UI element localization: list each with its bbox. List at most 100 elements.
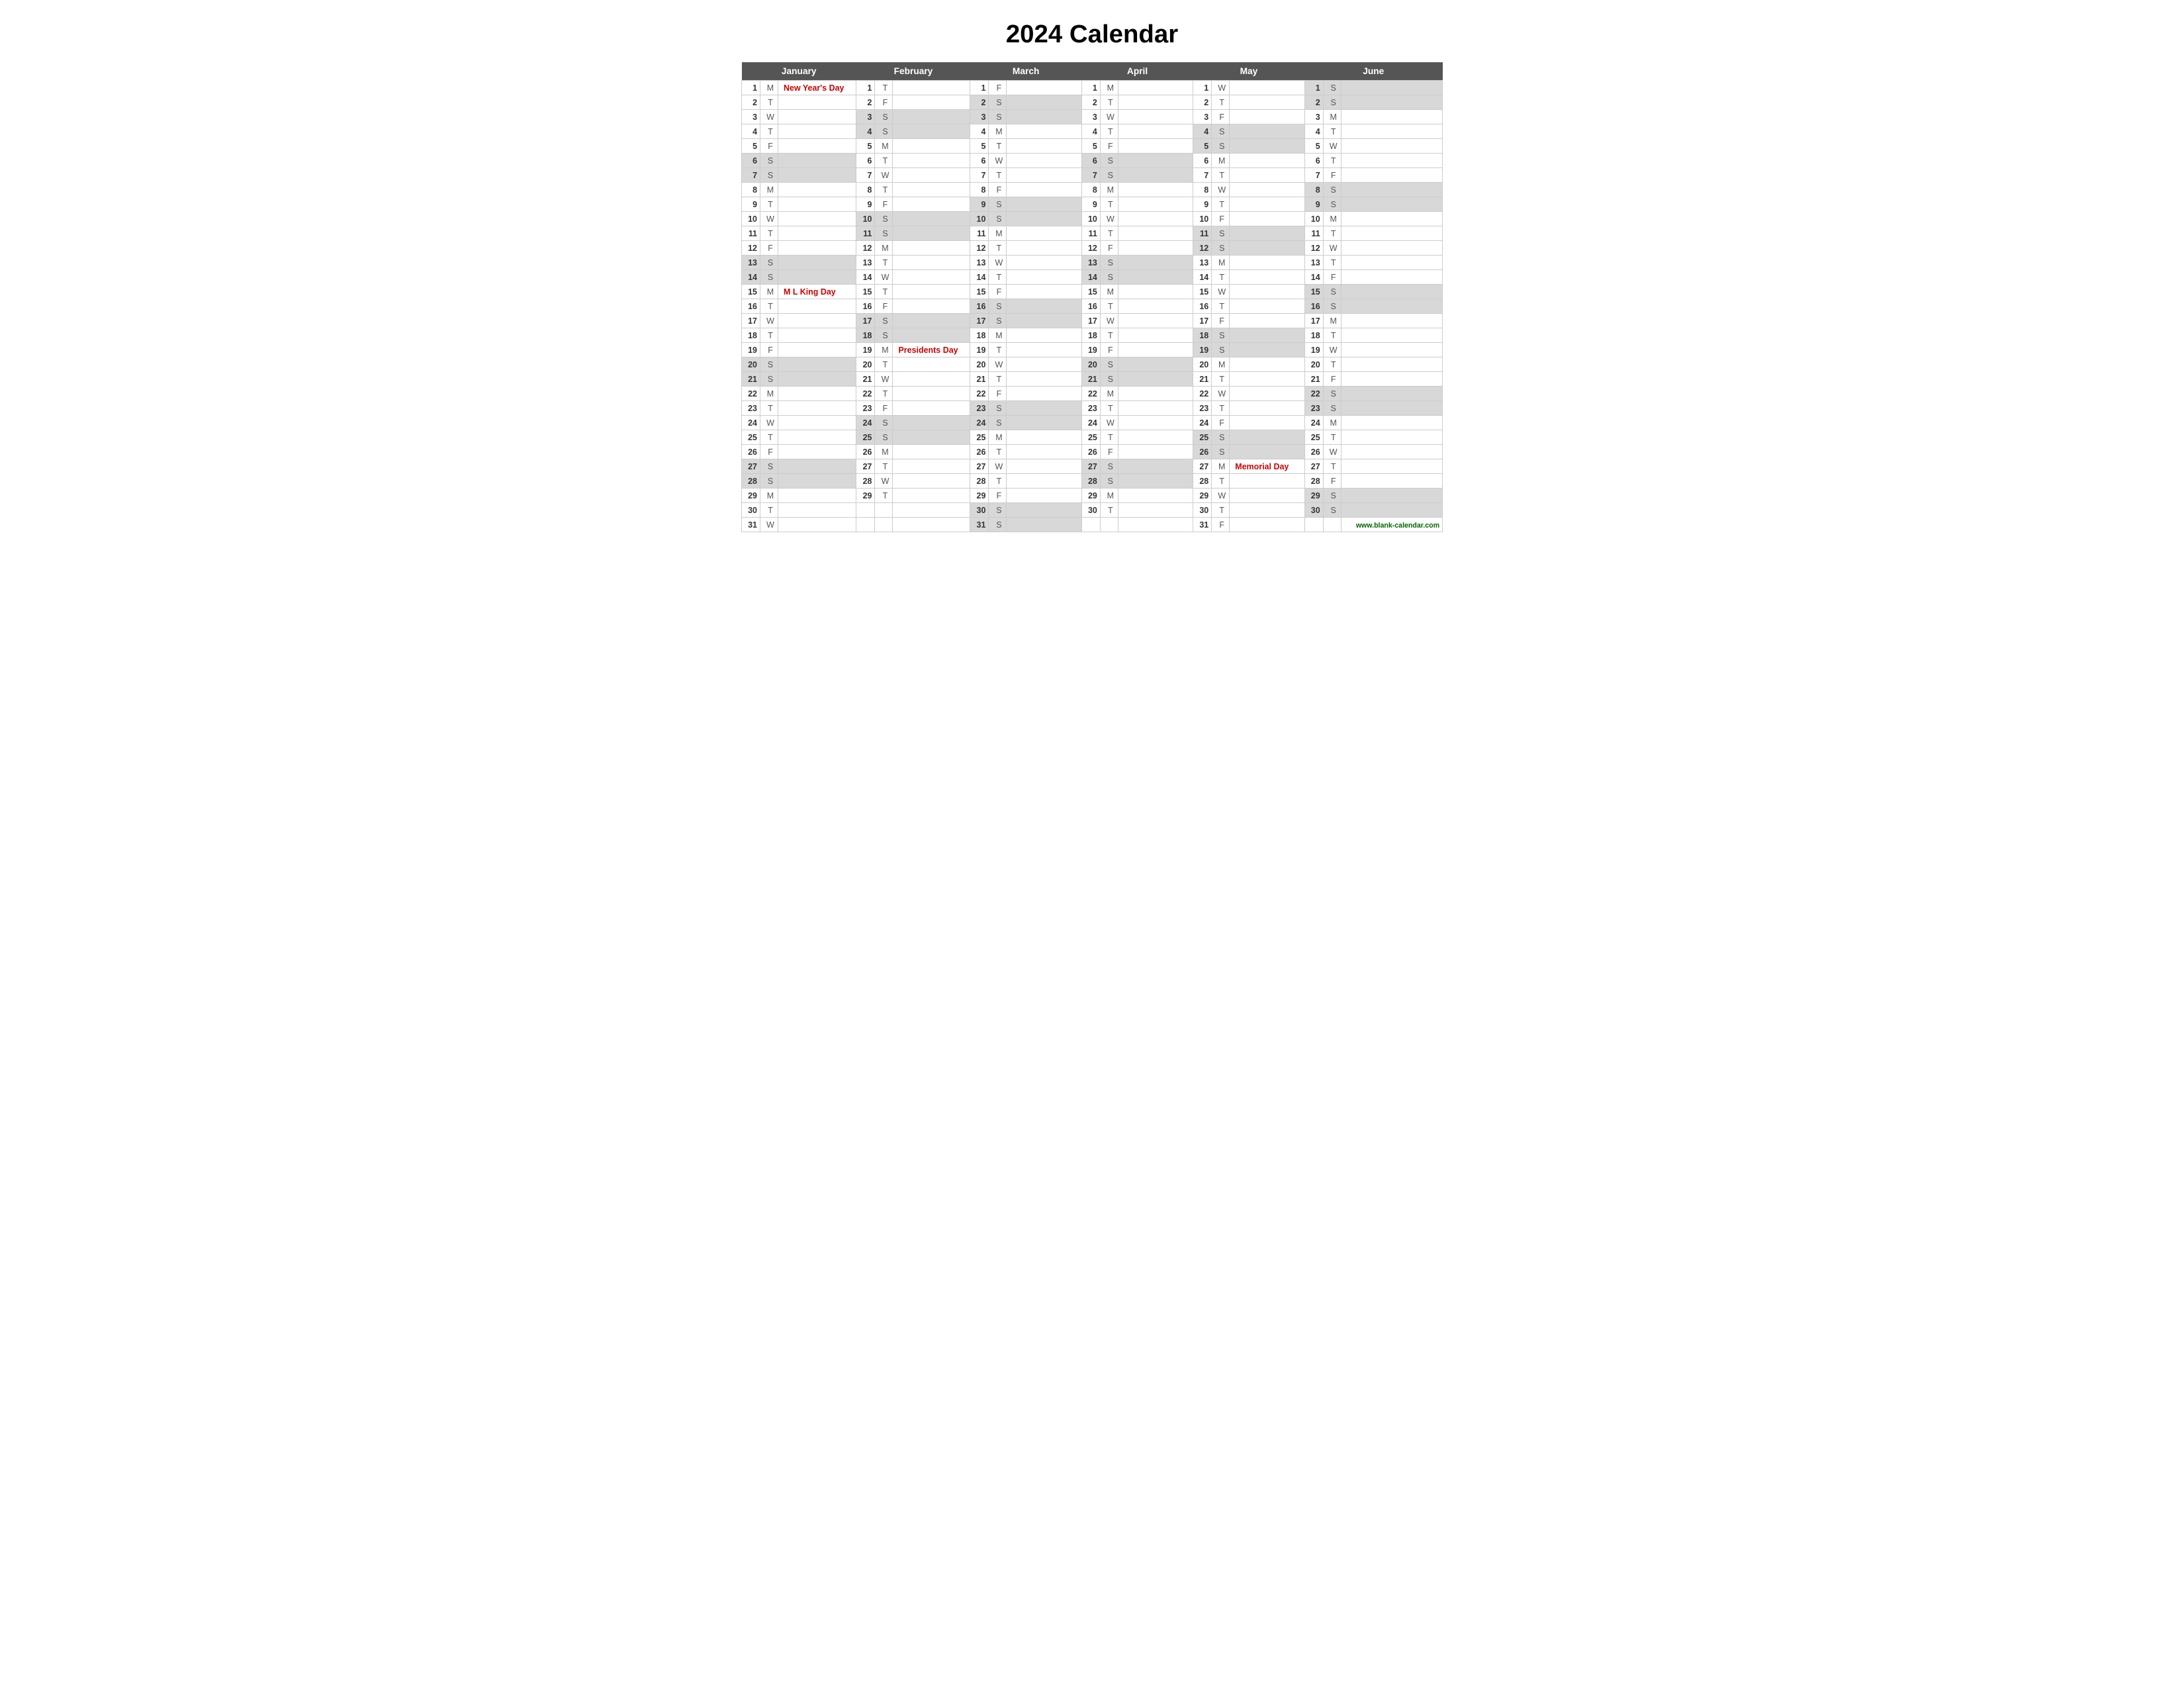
day-event-april-1 (1118, 81, 1193, 95)
day-letter-january-9: T (760, 197, 778, 212)
day-num-march-2: 2 (970, 95, 989, 110)
day-event-may-5 (1230, 139, 1304, 154)
day-event-june-3 (1341, 110, 1442, 124)
day-num-january-10: 10 (742, 212, 760, 226)
day-num-february-6: 6 (856, 154, 875, 168)
day-event-march-9 (1007, 197, 1081, 212)
day-event-june-16 (1341, 299, 1442, 314)
day-letter-january-27: S (760, 459, 778, 474)
day-event-june-28 (1341, 474, 1442, 489)
day-num-march-17: 17 (970, 314, 989, 328)
day-letter-june-4: T (1323, 124, 1341, 139)
day-letter-may-21: T (1212, 372, 1230, 387)
day-event-march-11 (1007, 226, 1081, 241)
day-num-march-29: 29 (970, 489, 989, 503)
calendar-table: JanuaryFebruaryMarchAprilMayJune1MNew Ye… (741, 62, 1443, 532)
day-num-february-8: 8 (856, 183, 875, 197)
day-num-june-10: 10 (1304, 212, 1323, 226)
day-letter-january-30: T (760, 503, 778, 518)
day-event-march-31 (1007, 518, 1081, 532)
day-letter-may-7: T (1212, 168, 1230, 183)
day-letter-february-17: S (875, 314, 893, 328)
day-num-march-9: 9 (970, 197, 989, 212)
day-letter-april-19: F (1100, 343, 1118, 357)
day-event-june-22 (1341, 387, 1442, 401)
day-event-february-16 (893, 299, 970, 314)
day-event-march-13 (1007, 256, 1081, 270)
day-num-april-11: 11 (1081, 226, 1100, 241)
day-event-june-18 (1341, 328, 1442, 343)
day-event-april-26 (1118, 445, 1193, 459)
day-letter-march-22: F (989, 387, 1007, 401)
day-letter-february-9: F (875, 197, 893, 212)
day-event-may-20 (1230, 357, 1304, 372)
day-event-may-15 (1230, 285, 1304, 299)
day-event-january-22 (778, 387, 856, 401)
day-letter-june-28: F (1323, 474, 1341, 489)
day-letter-january-18: T (760, 328, 778, 343)
day-event-june-24 (1341, 416, 1442, 430)
day-num-april-16: 16 (1081, 299, 1100, 314)
day-num-may-19: 19 (1193, 343, 1212, 357)
day-letter-june-19: W (1323, 343, 1341, 357)
day-event-january-15: M L King Day (778, 285, 856, 299)
day-event-may-17 (1230, 314, 1304, 328)
day-letter-june-10: M (1323, 212, 1341, 226)
day-event-june-26 (1341, 445, 1442, 459)
day-num-february-7: 7 (856, 168, 875, 183)
day-letter-april-17: W (1100, 314, 1118, 328)
day-event-march-25 (1007, 430, 1081, 445)
day-event-april-27 (1118, 459, 1193, 474)
day-event-january-23 (778, 401, 856, 416)
day-num-february-11: 11 (856, 226, 875, 241)
day-letter-april-9: T (1100, 197, 1118, 212)
day-num-march-28: 28 (970, 474, 989, 489)
day-letter-april-12: F (1100, 241, 1118, 256)
day-num-june-19: 19 (1304, 343, 1323, 357)
day-letter-march-15: F (989, 285, 1007, 299)
day-num-february-16: 16 (856, 299, 875, 314)
day-num-march-19: 19 (970, 343, 989, 357)
day-letter-april-14: S (1100, 270, 1118, 285)
day-num-january-16: 16 (742, 299, 760, 314)
day-event-march-27 (1007, 459, 1081, 474)
day-num-may-3: 3 (1193, 110, 1212, 124)
day-event-february-29 (893, 489, 970, 503)
day-event-january-1: New Year's Day (778, 81, 856, 95)
day-event-april-23 (1118, 401, 1193, 416)
day-num-may-31: 31 (1193, 518, 1212, 532)
day-letter-february-23: F (875, 401, 893, 416)
day-letter-june-21: F (1323, 372, 1341, 387)
day-letter-june-12: W (1323, 241, 1341, 256)
day-num-june-1: 1 (1304, 81, 1323, 95)
day-letter-april-23: T (1100, 401, 1118, 416)
day-letter-march-23: S (989, 401, 1007, 416)
day-num-april-1: 1 (1081, 81, 1100, 95)
day-num-march-12: 12 (970, 241, 989, 256)
day-num-january-5: 5 (742, 139, 760, 154)
day-num-june-30: 30 (1304, 503, 1323, 518)
day-num-march-5: 5 (970, 139, 989, 154)
day-num-june-28: 28 (1304, 474, 1323, 489)
day-letter-february-6: T (875, 154, 893, 168)
day-letter-february-29: T (875, 489, 893, 503)
day-num-june-18: 18 (1304, 328, 1323, 343)
empty-letter-april-r30 (1100, 518, 1118, 532)
day-num-april-18: 18 (1081, 328, 1100, 343)
day-event-april-25 (1118, 430, 1193, 445)
day-num-january-18: 18 (742, 328, 760, 343)
day-num-june-15: 15 (1304, 285, 1323, 299)
day-num-june-24: 24 (1304, 416, 1323, 430)
day-letter-april-16: T (1100, 299, 1118, 314)
day-letter-april-2: T (1100, 95, 1118, 110)
day-num-january-14: 14 (742, 270, 760, 285)
day-letter-march-14: T (989, 270, 1007, 285)
day-letter-april-28: S (1100, 474, 1118, 489)
day-event-may-7 (1230, 168, 1304, 183)
day-num-may-15: 15 (1193, 285, 1212, 299)
day-event-march-21 (1007, 372, 1081, 387)
day-letter-may-5: S (1212, 139, 1230, 154)
day-num-march-14: 14 (970, 270, 989, 285)
day-num-april-6: 6 (1081, 154, 1100, 168)
day-letter-june-30: S (1323, 503, 1341, 518)
